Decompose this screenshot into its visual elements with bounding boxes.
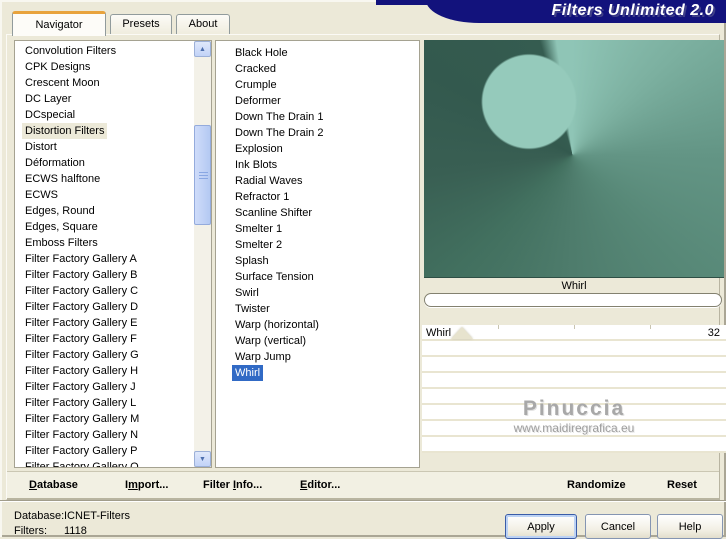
category-list-scrollbar[interactable]: ▲ ▼ — [194, 41, 211, 467]
filter-list-item[interactable]: Refractor 1 — [232, 189, 415, 205]
filter-list-item[interactable]: Warp (vertical) — [232, 333, 415, 349]
filter-list-item[interactable]: Warp (horizontal) — [232, 317, 415, 333]
category-list-item[interactable]: Distort — [22, 139, 191, 155]
toolbar: Database Import... Filter Info... Editor… — [7, 471, 719, 499]
scroll-down-icon[interactable]: ▼ — [194, 451, 211, 467]
filter-list-item[interactable]: Splash — [232, 253, 415, 269]
filter-list-item[interactable]: Down The Drain 1 — [232, 109, 415, 125]
slider-row-empty — [422, 437, 726, 453]
category-list-item[interactable]: DCspecial — [22, 107, 191, 123]
category-list[interactable]: Convolution Filters CPK Designs Crescent M… — [14, 40, 212, 468]
category-list-item[interactable]: Filter Factory Gallery D — [22, 299, 191, 315]
slider-row-empty — [422, 389, 726, 405]
slider-row-whirl[interactable]: Whirl 32 — [422, 325, 726, 341]
filter-list-item[interactable]: Surface Tension — [232, 269, 415, 285]
category-list-item[interactable]: ECWS — [22, 187, 191, 203]
editor-button[interactable]: Editor... — [300, 472, 340, 498]
filter-list-item[interactable]: Ink Blots — [232, 157, 415, 173]
filter-list-item[interactable]: Warp Jump — [232, 349, 415, 365]
category-list-item[interactable]: DC Layer — [22, 91, 191, 107]
filter-list-item[interactable]: Smelter 1 — [232, 221, 415, 237]
scrollbar-grip — [199, 172, 208, 179]
slider-tick — [650, 325, 651, 329]
progress-bar — [424, 293, 722, 307]
filters-unlimited-window: { "window": { "title": "Filters Unlimite… — [0, 0, 726, 539]
preview-filter-name: Whirl — [561, 280, 587, 292]
status-filters-value: 1118 — [64, 525, 87, 537]
slider-thumb[interactable] — [450, 327, 473, 339]
category-list-item[interactable]: Edges, Square — [22, 219, 191, 235]
category-list-item[interactable]: Filter Factory Gallery M — [22, 411, 191, 427]
filter-list-item[interactable]: Deformer — [232, 93, 415, 109]
category-list-item[interactable]: Filter Factory Gallery Q — [22, 459, 191, 467]
database-button[interactable]: Database — [29, 472, 78, 498]
cancel-button[interactable]: Cancel — [585, 514, 651, 539]
slider-tick — [574, 325, 575, 329]
category-list-item[interactable]: Edges, Round — [22, 203, 191, 219]
slider-row-empty — [422, 357, 726, 373]
scrollbar-thumb[interactable] — [194, 125, 211, 225]
filter-list-item[interactable]: Smelter 2 — [232, 237, 415, 253]
window-divider — [0, 500, 726, 502]
status-filters-label: Filters: — [14, 525, 47, 537]
tab-about[interactable]: About — [176, 14, 230, 35]
filter-list-item[interactable]: Radial Waves — [232, 173, 415, 189]
category-list-item[interactable]: Filter Factory Gallery P — [22, 443, 191, 459]
reset-button[interactable]: Reset — [667, 472, 697, 498]
app-title: Filters Unlimited 2.0 — [551, 2, 714, 19]
slider-row-empty — [422, 421, 726, 437]
scroll-up-icon[interactable]: ▲ — [194, 41, 211, 57]
category-list-item[interactable]: ECWS halftone — [22, 171, 191, 187]
filter-list-item[interactable]: Cracked — [232, 61, 415, 77]
category-list-item[interactable]: Déformation — [22, 155, 191, 171]
category-list-item[interactable]: Crescent Moon — [22, 75, 191, 91]
filter-list-item[interactable]: Scanline Shifter — [232, 205, 415, 221]
category-list-item[interactable]: Filter Factory Gallery N — [22, 427, 191, 443]
category-list-item[interactable]: Filter Factory Gallery H — [22, 363, 191, 379]
category-list-item[interactable]: Filter Factory Gallery G — [22, 347, 191, 363]
status-database-value: ICNET-Filters — [64, 510, 130, 522]
parameter-sliders: Whirl 32 — [422, 325, 726, 470]
category-list-item[interactable]: Filter Factory Gallery L — [22, 395, 191, 411]
category-list-item[interactable]: Distortion Filters — [22, 123, 191, 139]
slider-label: Whirl — [426, 327, 452, 339]
slider-tick — [498, 325, 499, 329]
category-list-item[interactable]: CPK Designs — [22, 59, 191, 75]
apply-button[interactable]: Apply — [505, 514, 577, 539]
category-list-item[interactable]: Filter Factory Gallery J — [22, 379, 191, 395]
tab-presets[interactable]: Presets — [110, 14, 172, 35]
preview-panel: Whirl Whirl 32 Pinuccia www.maidiregrafi… — [422, 38, 726, 470]
category-list-item[interactable]: Filter Factory Gallery E — [22, 315, 191, 331]
import-button[interactable]: Import... — [125, 472, 168, 498]
category-list-item[interactable]: Filter Factory Gallery C — [22, 283, 191, 299]
category-list-item[interactable]: Filter Factory Gallery A — [22, 251, 191, 267]
filter-list-item[interactable]: Swirl — [232, 285, 415, 301]
filter-list-item[interactable]: Twister — [232, 301, 415, 317]
filter-list-item[interactable]: Explosion — [232, 141, 415, 157]
filter-list-item[interactable]: Down The Drain 2 — [232, 125, 415, 141]
filter-preview-image[interactable] — [424, 40, 724, 278]
slider-row-empty — [422, 405, 726, 421]
slider-row-empty — [422, 341, 726, 357]
slider-value: 32 — [707, 327, 720, 339]
category-list-item[interactable]: Emboss Filters — [22, 235, 191, 251]
filter-list-item[interactable]: Whirl — [232, 365, 415, 381]
category-list-item[interactable]: Filter Factory Gallery F — [22, 331, 191, 347]
slider-row-empty — [422, 373, 726, 389]
filter-list[interactable]: Black Hole Cracked Crumple Deformer Down The… — [215, 40, 420, 468]
category-list-item[interactable]: Filter Factory Gallery B — [22, 267, 191, 283]
filter-list-item[interactable]: Crumple — [232, 77, 415, 93]
randomize-button[interactable]: Randomize — [567, 472, 626, 498]
filter-list-item[interactable]: Black Hole — [232, 45, 415, 61]
status-database-label: Database: — [14, 510, 65, 522]
help-button[interactable]: Help — [657, 514, 723, 539]
tab-navigator[interactable]: Navigator — [12, 11, 106, 36]
category-list-item[interactable]: Convolution Filters — [22, 43, 191, 59]
filter-info-button[interactable]: Filter Info... — [203, 472, 262, 498]
